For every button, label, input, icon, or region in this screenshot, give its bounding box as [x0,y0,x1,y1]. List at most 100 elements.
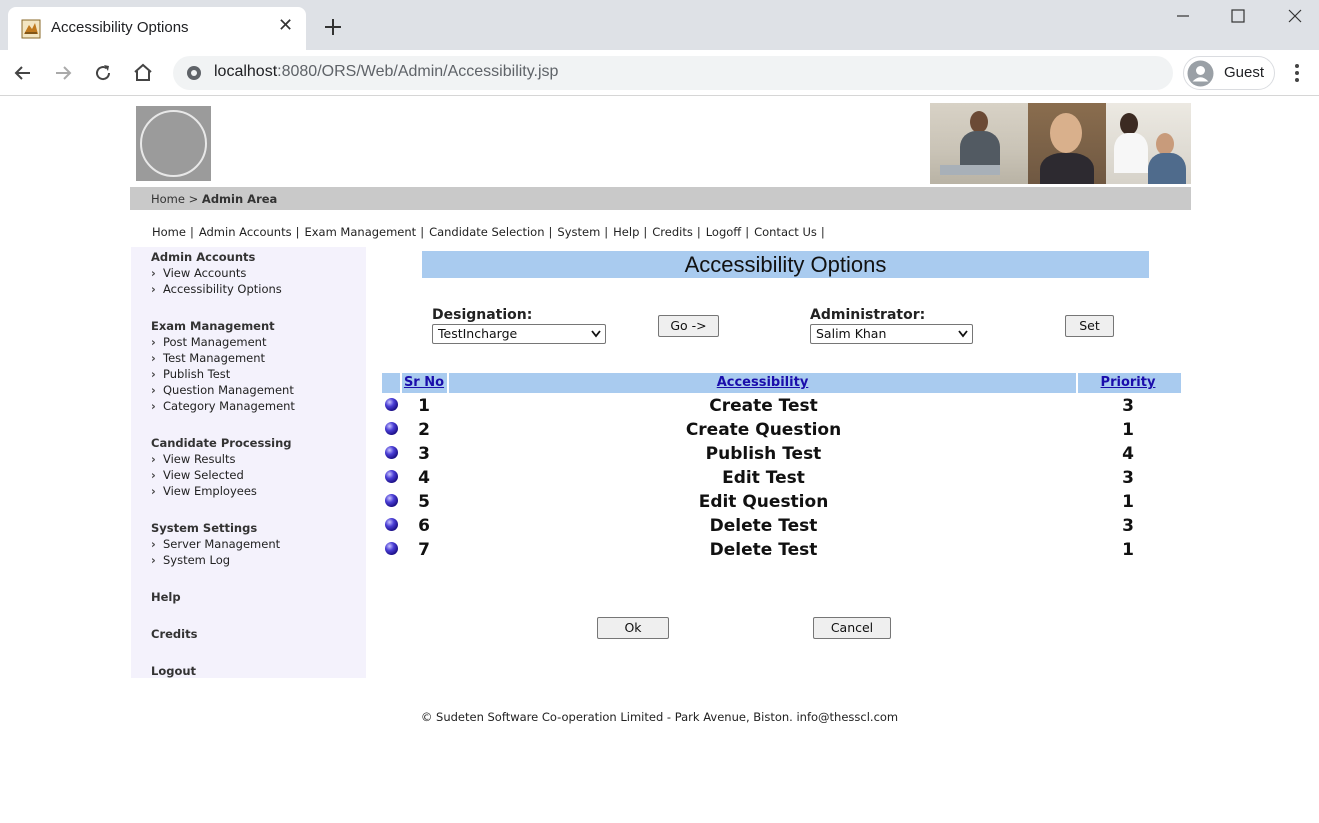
breadcrumb-separator: > [188,192,199,206]
cell-priority: 4 [1122,444,1134,464]
sidebar-item-view-accounts[interactable]: › View Accounts [151,266,246,280]
sidebar-link-help[interactable]: Help [151,590,181,604]
cell-accessibility: Publish Test [705,444,822,464]
administrator-select[interactable]: Salim Khan [810,324,973,344]
set-button[interactable]: Set [1065,315,1114,337]
topnav-help[interactable]: Help [613,225,639,239]
bullet-icon [385,422,398,435]
cell-priority: 1 [1122,420,1134,440]
cancel-button[interactable]: Cancel [813,617,891,639]
sidebar-item-category-management[interactable]: › Category Management [151,399,295,413]
tab-close-icon[interactable]: ✕ [278,17,293,35]
cell-priority: 3 [1122,516,1134,536]
sidebar: Admin Accounts › View Accounts › Accessibi… [131,247,366,678]
sidebar-group-candidate-processing[interactable]: Candidate Processing [151,436,292,450]
chevron-right-icon: › [151,266,156,280]
cell-sr-no: 5 [418,492,430,512]
sidebar-item-accessibility-options[interactable]: › Accessibility Options [151,282,282,296]
sidebar-item-view-employees[interactable]: › View Employees [151,484,257,498]
page-title-bar: Accessibility Options [422,251,1149,278]
table-row: 1 Create Test 3 [382,394,1181,418]
chevron-right-icon: › [151,383,156,397]
cell-accessibility: Create Question [685,420,842,440]
sidebar-item-server-management[interactable]: › Server Management [151,537,280,551]
go-button[interactable]: Go -> [658,315,719,337]
topnav-home[interactable]: Home [152,225,186,239]
topnav-separator: | [189,225,194,239]
web-page: Home > Admin Area Home | Admin Accounts | Ex… [0,97,1319,823]
site-logo [136,106,211,181]
bullet-icon [385,542,398,555]
sidebar-item-question-management[interactable]: › Question Management [151,383,294,397]
more-menu-icon[interactable] [1287,62,1307,84]
topnav-system[interactable]: System [557,225,600,239]
bullet-icon [385,446,398,459]
topnav-credits[interactable]: Credits [652,225,693,239]
sidebar-item-test-management[interactable]: › Test Management [151,351,265,365]
browser-tabstrip: Accessibility Options ✕ [0,0,1319,50]
table-header: Sr No Accessibility Priority [382,373,1181,393]
back-arrow-icon[interactable] [11,61,35,85]
header-sr-no[interactable]: Sr No [402,373,446,393]
designation-select[interactable]: TestIncharge [432,324,606,344]
topnav-separator: | [820,225,825,239]
sidebar-item-post-management[interactable]: › Post Management [151,335,266,349]
sidebar-item-view-selected[interactable]: › View Selected [151,468,244,482]
cell-sr-no: 6 [418,516,430,536]
topnav-contact-us[interactable]: Contact Us [754,225,817,239]
ok-button[interactable]: Ok [597,617,669,639]
sidebar-item-system-log[interactable]: › System Log [151,553,230,567]
cell-accessibility: Edit Test [722,468,805,488]
chevron-right-icon: › [151,537,156,551]
bullet-icon [385,470,398,483]
breadcrumb-bar: Home > Admin Area [130,187,1191,210]
topnav-separator: | [604,225,609,239]
new-tab-plus-icon[interactable] [322,16,344,38]
reload-icon[interactable] [91,61,115,85]
browser-tab[interactable]: Accessibility Options ✕ [8,7,306,50]
sidebar-link-credits[interactable]: Credits [151,627,197,641]
cell-priority: 1 [1122,540,1134,560]
sidebar-item-publish-test[interactable]: › Publish Test [151,367,230,381]
header-priority[interactable]: Priority [1078,373,1178,393]
banner-photo-woman-laptop [930,103,1028,184]
sidebar-link-logout[interactable]: Logout [151,664,196,678]
cell-sr-no: 2 [418,420,430,440]
header-banner-image [930,103,1191,184]
sidebar-item-view-results[interactable]: › View Results [151,452,235,466]
home-icon[interactable] [131,61,155,85]
address-bar[interactable]: localhost:8080/ORS/Web/Admin/Accessibili… [173,56,1173,90]
bullet-icon [385,518,398,531]
breadcrumb-home-link[interactable]: Home [151,192,185,206]
profile-avatar-icon [1187,60,1214,87]
chevron-right-icon: › [151,484,156,498]
table-row: 2 Create Question 1 [382,418,1181,442]
close-window-icon[interactable] [1285,6,1305,26]
designation-label: Designation: [432,307,533,323]
topnav-admin-accounts[interactable]: Admin Accounts [199,225,292,239]
header-accessibility[interactable]: Accessibility [449,373,1076,393]
topnav-separator: | [420,225,425,239]
forward-arrow-icon[interactable] [51,61,75,85]
site-info-icon[interactable] [185,64,203,82]
topnav-separator: | [548,225,553,239]
sidebar-group-admin-accounts[interactable]: Admin Accounts [151,250,255,264]
maximize-window-icon[interactable] [1228,6,1248,26]
profile-button[interactable]: Guest [1183,56,1275,90]
cell-accessibility: Create Test [709,396,818,416]
top-navigation: Home | Admin Accounts | Exam Management | Cand… [152,225,830,239]
sidebar-group-exam-management[interactable]: Exam Management [151,319,275,333]
chevron-right-icon: › [151,351,156,365]
minimize-window-icon[interactable] [1173,6,1193,26]
cell-accessibility: Delete Test [709,540,818,560]
url-text[interactable]: localhost:8080/ORS/Web/Admin/Accessibili… [214,63,558,81]
cell-priority: 3 [1122,468,1134,488]
topnav-candidate-selection[interactable]: Candidate Selection [429,225,544,239]
bullet-icon [385,494,398,507]
topnav-logoff[interactable]: Logoff [706,225,742,239]
cell-sr-no: 7 [418,540,430,560]
topnav-exam-management[interactable]: Exam Management [304,225,416,239]
cell-accessibility: Edit Question [698,492,829,512]
table-row: 3 Publish Test 4 [382,442,1181,466]
sidebar-group-system-settings[interactable]: System Settings [151,521,257,535]
